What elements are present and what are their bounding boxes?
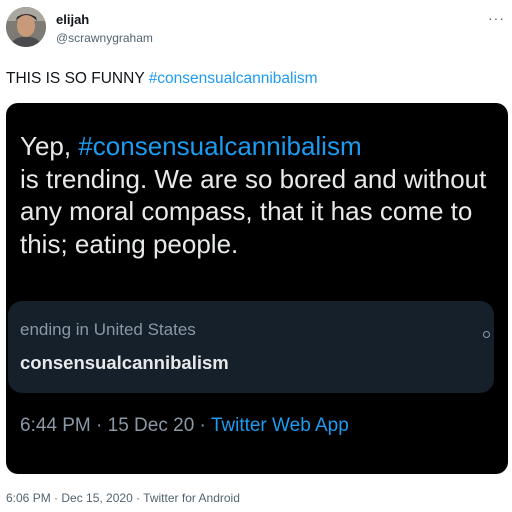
trend-card: ending in United States consensualcannib… [8,301,494,393]
screenshot-source: Twitter Web App [210,415,349,436]
avatar[interactable] [6,7,46,47]
trend-name: consensualcannibalism [20,352,229,373]
screenshot-meta: 6:44 PM · 15 Dec 20 · Twitter Web App [20,415,349,437]
tweet: elijah @scrawnygraham ··· THIS IS SO FUN… [0,0,512,512]
trend-context: ending in United States [20,320,196,339]
tweet-text-plain: THIS IS SO FUNNY [6,70,149,87]
screenshot-prefix: Yep, [20,131,79,161]
screenshot-hashtag: #consensualcannibalism [78,131,362,161]
tweet-text: THIS IS SO FUNNY #consensualcannibalism [6,70,318,88]
author-name[interactable]: elijah [56,12,89,27]
screenshot-body: is trending. We are so bored and without… [20,163,487,259]
screenshot-timestamp: 6:44 PM · 15 Dec 20 · [20,415,211,436]
trend-more-icon [483,331,490,338]
tweet-timestamp[interactable]: 6:06 PM · Dec 15, 2020 · Twitter for And… [6,491,240,505]
hashtag-link[interactable]: #consensualcannibalism [149,70,318,87]
avatar-photo [6,7,46,47]
author-handle[interactable]: @scrawnygraham [56,31,153,45]
more-horizontal-icon[interactable]: ··· [488,10,505,26]
tweet-media-image[interactable]: Yep, #consensualcannibalism is trending. … [6,103,508,474]
screenshot-tweet-text: Yep, #consensualcannibalism is trending. … [20,130,500,260]
